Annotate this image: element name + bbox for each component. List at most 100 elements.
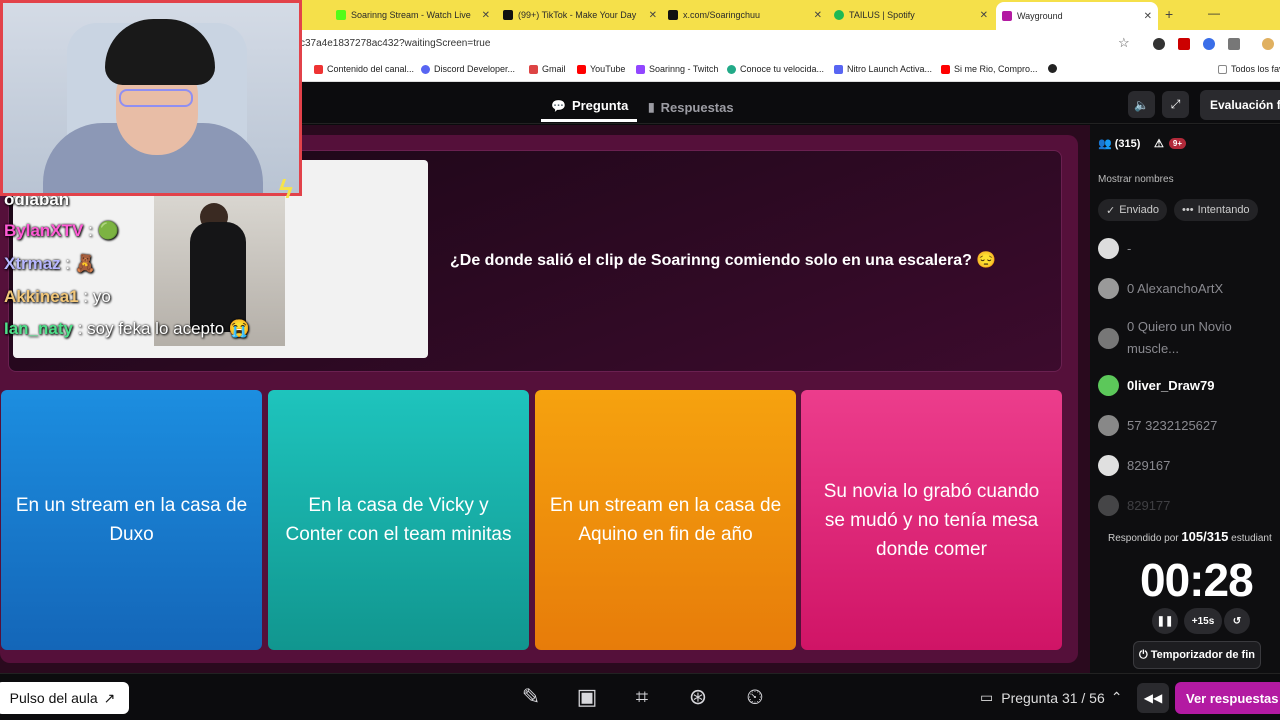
- bookmark-item[interactable]: Conoce tu velocida...: [727, 64, 824, 74]
- restart-button[interactable]: ↺: [1224, 608, 1250, 634]
- url-field[interactable]: c37a4e1837278ac432?waitingScreen=true: [300, 38, 490, 49]
- tab-wayground[interactable]: Wayground ✕: [996, 2, 1158, 30]
- presenter-icon[interactable]: ⌗: [625, 682, 659, 712]
- volume-button[interactable]: 🔈: [1128, 91, 1155, 118]
- tab-spotify[interactable]: TAILUS | Spotify ✕: [834, 4, 994, 26]
- show-names-label[interactable]: Mostrar nombres: [1098, 174, 1174, 185]
- tab-respuestas[interactable]: ▮ Respuestas: [648, 92, 734, 122]
- x-icon: [668, 10, 678, 20]
- player-item[interactable]: 0 AlexanchoArtX: [1098, 278, 1278, 299]
- warning-icon: ⚠: [1154, 138, 1164, 150]
- bookmark-item[interactable]: Discord Developer...: [421, 64, 515, 74]
- close-icon[interactable]: ✕: [649, 10, 657, 21]
- tab-tiktok[interactable]: (99+) TikTok - Make Your Day ✕: [503, 4, 663, 26]
- bookmark-folder[interactable]: Todos los fav: [1218, 64, 1280, 74]
- answer-option-2[interactable]: En la casa de Vicky y Conter con el team…: [268, 390, 529, 650]
- users-icon: 👥: [1098, 138, 1112, 150]
- monitor-icon: ▭: [980, 689, 994, 705]
- timer-board-icon[interactable]: ⏲: [738, 682, 772, 712]
- players-count: 👥 (315): [1098, 137, 1141, 151]
- answer-option-3[interactable]: En un stream en la casa de Aquino en fin…: [535, 390, 796, 650]
- chat-line: Xtrmaz : 🧸: [4, 254, 97, 273]
- alerts-count[interactable]: ⚠ 9+: [1154, 137, 1186, 150]
- speaker-icon: 🔈: [1134, 97, 1149, 112]
- previous-question-button[interactable]: ◀◀: [1137, 683, 1169, 713]
- bookmark-icon: [314, 64, 323, 74]
- bookmark-item[interactable]: Si me Rio, Compro...: [941, 64, 1038, 74]
- answer-option-4[interactable]: Su novia lo grabó cuando se mudó y no te…: [801, 390, 1062, 650]
- chat-line: BylanXTV : 🟢: [4, 221, 119, 240]
- player-item[interactable]: 829177: [1098, 495, 1278, 516]
- check-icon: ✓: [1106, 204, 1116, 217]
- player-item[interactable]: 0 Quiero un Novio muscle...: [1098, 316, 1278, 360]
- spotify-icon: [834, 10, 844, 20]
- gmail-icon: [529, 64, 538, 74]
- bookmark-item[interactable]: Soarinng - Twitch: [636, 64, 718, 74]
- classroom-pulse-button[interactable]: Pulso del aula ↗: [0, 682, 129, 714]
- external-link-icon: ↗: [103, 689, 116, 706]
- bookmark-item[interactable]: Nitro Launch Activa...: [834, 64, 932, 74]
- tab-pregunta[interactable]: 💬 Pregunta: [541, 92, 637, 122]
- pdf-extension-icon[interactable]: [1178, 38, 1190, 50]
- player-item[interactable]: 0liver_Draw79: [1098, 375, 1278, 396]
- filter-intentando[interactable]: ••• Intentando: [1174, 199, 1258, 221]
- countdown-timer: 00:28: [1140, 554, 1254, 606]
- bookmark-star-icon[interactable]: ☆: [1118, 35, 1130, 51]
- ellipsis-icon: •••: [1182, 204, 1194, 216]
- discord-icon: [421, 64, 430, 74]
- player-item[interactable]: 829167: [1098, 455, 1278, 476]
- question-navigator[interactable]: ▭ Pregunta 31 / 56 ⌃: [980, 689, 1123, 706]
- new-tab-button[interactable]: +: [1165, 6, 1173, 22]
- webcam-glasses: [119, 89, 193, 107]
- restart-icon: ↺: [1232, 615, 1242, 627]
- globe-icon: [1048, 64, 1057, 73]
- chat-line: Akkinea1 : yo: [4, 287, 111, 306]
- end-evaluation-button[interactable]: Evaluación fin: [1200, 90, 1280, 120]
- tab-x[interactable]: x.com/Soaringchuu ✕: [668, 4, 828, 26]
- bookmark-item[interactable]: Gmail: [529, 64, 566, 74]
- bar-chart-icon: ▮: [648, 100, 655, 114]
- youtube-icon: [577, 64, 586, 74]
- expand-icon: ⤢: [1170, 97, 1181, 111]
- minimize-button[interactable]: —: [1208, 6, 1220, 20]
- tiktok-icon: [503, 10, 513, 20]
- nitro-icon: [834, 64, 843, 74]
- close-icon[interactable]: ✕: [980, 10, 988, 21]
- end-timer-button[interactable]: ⏻ Temporizador de fin: [1133, 641, 1261, 669]
- player-item[interactable]: -: [1098, 238, 1278, 259]
- bookmark-item[interactable]: YouTube: [577, 64, 625, 74]
- tab-soarinng-stream[interactable]: Soarinng Stream - Watch Live ✕: [336, 4, 496, 26]
- extension-icon[interactable]: [1153, 38, 1165, 50]
- answer-option-1[interactable]: En un stream en la casa de Duxo: [1, 390, 262, 650]
- close-icon[interactable]: ✕: [814, 10, 822, 21]
- player-item[interactable]: 57 3232125627: [1098, 415, 1278, 436]
- filter-enviado[interactable]: ✓ Enviado: [1098, 199, 1167, 221]
- puzzle-icon[interactable]: [1228, 38, 1240, 50]
- avatar: [1098, 238, 1119, 259]
- folder-icon: [1218, 64, 1227, 74]
- extension-icon[interactable]: [1203, 38, 1215, 50]
- pause-icon: ❚❚: [1156, 615, 1174, 627]
- show-answers-button[interactable]: Ver respuestas: [1175, 682, 1280, 714]
- chat-line: Ian_naty : soy feka lo acepto 😭: [4, 319, 251, 338]
- close-icon[interactable]: ✕: [482, 10, 490, 21]
- timer-icon: ⏻: [1138, 648, 1148, 661]
- pause-button[interactable]: ❚❚: [1152, 608, 1178, 634]
- avatar: [1098, 455, 1119, 476]
- close-icon[interactable]: ✕: [1144, 11, 1152, 22]
- lightning-icon: ϟ: [279, 174, 293, 204]
- fullscreen-button[interactable]: ⤢: [1162, 91, 1189, 118]
- bookmark-item[interactable]: [1048, 64, 1061, 73]
- bookmark-item[interactable]: Contenido del canal...: [314, 64, 414, 74]
- add-time-button[interactable]: +15s: [1184, 608, 1222, 634]
- kick-icon: [336, 10, 346, 20]
- twitch-icon: [636, 64, 645, 74]
- profile-avatar[interactable]: [1262, 38, 1274, 50]
- question-text: ¿De donde salió el clip de Soarinng comi…: [450, 252, 997, 269]
- pen-tool-icon[interactable]: ✎: [514, 682, 548, 712]
- webcam-overlay: [0, 0, 302, 196]
- whiteboard-icon[interactable]: ▣: [570, 682, 604, 712]
- bottom-bar: Pulso del aula ↗ ✎ ▣ ⌗ ⊛ ⏲ ▭ Pregunta 31…: [0, 673, 1280, 720]
- spinner-wheel-icon[interactable]: ⊛: [681, 682, 715, 712]
- right-panel: 👥 (315) ⚠ 9+ Mostrar nombres ✓ Enviado •…: [1090, 125, 1280, 673]
